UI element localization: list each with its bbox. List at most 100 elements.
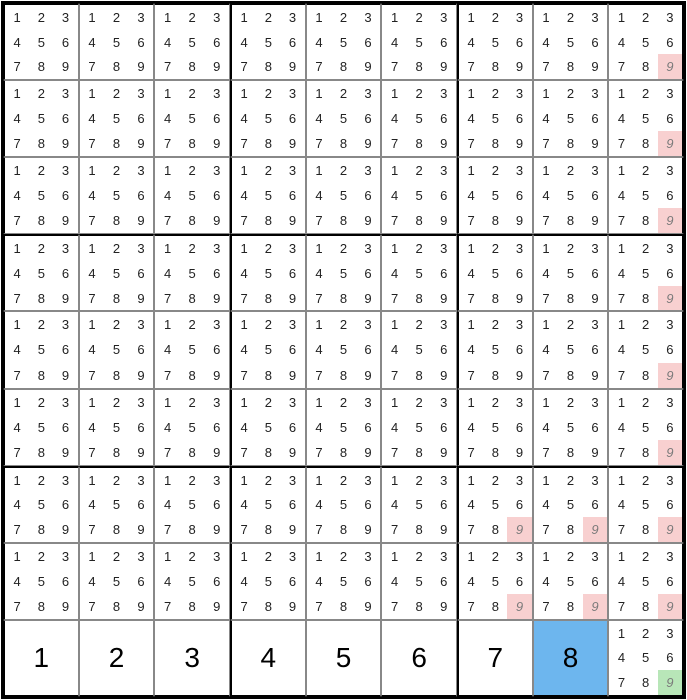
candidate-5[interactable]: 5 <box>331 261 356 286</box>
candidate-7[interactable]: 7 <box>307 286 332 311</box>
candidate-6[interactable]: 6 <box>129 106 154 131</box>
candidate-7[interactable]: 7 <box>80 54 105 79</box>
candidate-2[interactable]: 2 <box>407 236 432 261</box>
candidate-4[interactable]: 4 <box>459 106 483 131</box>
candidate-1[interactable]: 1 <box>155 544 180 569</box>
candidate-5[interactable]: 5 <box>558 569 583 594</box>
candidate-9[interactable]: 9 <box>280 594 304 619</box>
candidate-3[interactable]: 3 <box>280 158 304 183</box>
candidate-8[interactable]: 8 <box>634 670 658 695</box>
candidate-4[interactable]: 4 <box>459 30 483 55</box>
candidate-7[interactable]: 7 <box>609 670 633 695</box>
cell-r4-c3[interactable]: 123456789 <box>154 234 230 311</box>
candidate-9[interactable]: 9 <box>356 208 381 233</box>
candidate-4[interactable]: 4 <box>382 415 407 440</box>
candidate-8[interactable]: 8 <box>331 286 356 311</box>
candidate-9[interactable]: 9 <box>583 440 608 465</box>
candidate-5[interactable]: 5 <box>104 30 129 55</box>
candidate-4[interactable]: 4 <box>307 492 332 517</box>
candidate-6[interactable]: 6 <box>507 492 531 517</box>
candidate-2[interactable]: 2 <box>29 158 53 183</box>
candidate-7[interactable]: 7 <box>307 208 332 233</box>
candidate-2[interactable]: 2 <box>558 81 583 106</box>
cell-r7-c1[interactable]: 123456789 <box>3 466 79 543</box>
candidate-3[interactable]: 3 <box>280 544 304 569</box>
candidate-2[interactable]: 2 <box>407 312 432 337</box>
candidate-9[interactable]: 9 <box>658 670 682 695</box>
candidate-7[interactable]: 7 <box>459 131 483 156</box>
cell-r8-c9[interactable]: 123456789 <box>608 543 684 620</box>
candidate-4[interactable]: 4 <box>382 569 407 594</box>
candidate-3[interactable]: 3 <box>280 236 304 261</box>
candidate-5[interactable]: 5 <box>407 492 432 517</box>
candidate-5[interactable]: 5 <box>29 30 53 55</box>
candidate-9[interactable]: 9 <box>280 517 304 542</box>
candidate-7[interactable]: 7 <box>155 517 180 542</box>
candidate-9[interactable]: 9 <box>507 131 531 156</box>
candidate-4[interactable]: 4 <box>5 492 29 517</box>
candidate-1[interactable]: 1 <box>382 5 407 30</box>
candidate-2[interactable]: 2 <box>558 158 583 183</box>
candidate-4[interactable]: 4 <box>5 337 29 362</box>
cell-r6-c6[interactable]: 123456789 <box>381 389 457 466</box>
candidate-7[interactable]: 7 <box>155 594 180 619</box>
candidate-2[interactable]: 2 <box>104 236 129 261</box>
candidate-1[interactable]: 1 <box>5 390 29 415</box>
candidate-8[interactable]: 8 <box>256 54 280 79</box>
candidate-6[interactable]: 6 <box>658 646 682 671</box>
candidate-4[interactable]: 4 <box>609 30 633 55</box>
candidate-9[interactable]: 9 <box>53 517 77 542</box>
candidate-1[interactable]: 1 <box>382 390 407 415</box>
candidate-2[interactable]: 2 <box>558 390 583 415</box>
candidate-3[interactable]: 3 <box>129 81 154 106</box>
candidate-1[interactable]: 1 <box>459 158 483 183</box>
candidate-9[interactable]: 9 <box>431 594 456 619</box>
candidate-6[interactable]: 6 <box>658 183 682 208</box>
candidate-5[interactable]: 5 <box>104 106 129 131</box>
cell-r2-c6[interactable]: 123456789 <box>381 80 457 157</box>
candidate-4[interactable]: 4 <box>80 337 105 362</box>
candidate-2[interactable]: 2 <box>180 158 205 183</box>
candidate-3[interactable]: 3 <box>129 312 154 337</box>
candidate-2[interactable]: 2 <box>29 468 53 493</box>
candidate-2[interactable]: 2 <box>483 236 507 261</box>
candidate-8[interactable]: 8 <box>29 440 53 465</box>
candidate-7[interactable]: 7 <box>382 440 407 465</box>
candidate-8[interactable]: 8 <box>256 131 280 156</box>
candidate-1[interactable]: 1 <box>534 81 559 106</box>
candidate-6[interactable]: 6 <box>129 337 154 362</box>
candidate-1[interactable]: 1 <box>609 158 633 183</box>
cell-r6-c2[interactable]: 123456789 <box>79 389 155 466</box>
candidate-2[interactable]: 2 <box>104 158 129 183</box>
candidate-2[interactable]: 2 <box>634 312 658 337</box>
candidate-9[interactable]: 9 <box>53 54 77 79</box>
candidate-1[interactable]: 1 <box>80 81 105 106</box>
candidate-6[interactable]: 6 <box>583 261 608 286</box>
candidate-1[interactable]: 1 <box>609 236 633 261</box>
candidate-3[interactable]: 3 <box>280 468 304 493</box>
candidate-8[interactable]: 8 <box>558 517 583 542</box>
candidate-8[interactable]: 8 <box>180 594 205 619</box>
candidate-3[interactable]: 3 <box>583 312 608 337</box>
cell-r7-c4[interactable]: 123456789 <box>230 466 306 543</box>
candidate-8[interactable]: 8 <box>104 131 129 156</box>
candidate-9[interactable]: 9 <box>53 208 77 233</box>
candidate-8[interactable]: 8 <box>29 594 53 619</box>
candidate-2[interactable]: 2 <box>331 544 356 569</box>
candidate-7[interactable]: 7 <box>609 54 633 79</box>
candidate-5[interactable]: 5 <box>331 183 356 208</box>
candidate-3[interactable]: 3 <box>356 158 381 183</box>
candidate-9[interactable]: 9 <box>507 286 531 311</box>
candidate-6[interactable]: 6 <box>431 415 456 440</box>
candidate-6[interactable]: 6 <box>204 492 229 517</box>
candidate-1[interactable]: 1 <box>5 312 29 337</box>
candidate-4[interactable]: 4 <box>534 106 559 131</box>
cell-r4-c2[interactable]: 123456789 <box>79 234 155 311</box>
candidate-8[interactable]: 8 <box>256 517 280 542</box>
candidate-3[interactable]: 3 <box>431 312 456 337</box>
candidate-3[interactable]: 3 <box>658 468 682 493</box>
candidate-5[interactable]: 5 <box>29 106 53 131</box>
candidate-3[interactable]: 3 <box>583 468 608 493</box>
candidate-1[interactable]: 1 <box>155 312 180 337</box>
candidate-5[interactable]: 5 <box>331 415 356 440</box>
